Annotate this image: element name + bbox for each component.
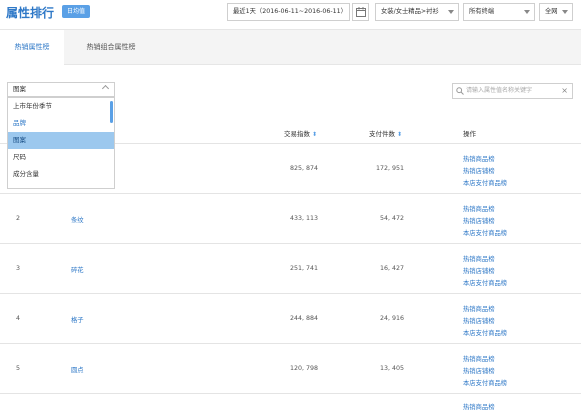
table-row: 3 碎花 251, 741 16, 427 热销商品榜 热销店铺榜 本店支付商品… [0, 244, 581, 294]
row-trade-index: 120, 798 [289, 365, 318, 372]
shop-paid-products-link[interactable]: 本店支付商品榜 [463, 228, 507, 237]
date-range-select[interactable]: 最近1天（2016-06-11~2016-06-11） [227, 3, 350, 21]
scope-select[interactable]: 全网 [539, 3, 573, 21]
calendar-button[interactable] [352, 3, 369, 21]
terminal-select[interactable]: 所有终端 [463, 3, 535, 21]
hot-products-link[interactable]: 热销商品榜 [463, 254, 494, 263]
hot-shops-link[interactable]: 热销店铺榜 [463, 316, 494, 325]
shop-paid-products-link[interactable]: 本店支付商品榜 [463, 378, 507, 387]
daily-average-badge[interactable]: 日均值 [62, 5, 90, 18]
row-trade-index: 251, 741 [289, 265, 318, 272]
calendar-icon [356, 7, 366, 17]
row-attribute-name[interactable]: 条纹 [71, 215, 84, 224]
row-pay-count: 13, 405 [379, 365, 404, 372]
hot-products-link[interactable]: 热销商品榜 [463, 154, 494, 163]
terminal-label: 所有终端 [469, 8, 495, 15]
hot-products-link[interactable]: 热销商品榜 [463, 204, 494, 213]
trade-index-header-label: 交易指数 [284, 130, 310, 138]
row-pay-count: 16, 427 [379, 265, 404, 272]
attribute-dropdown: 上市年份季节 品牌 图案 尺码 成分含量 [7, 97, 115, 189]
dropdown-option-selected[interactable]: 图案 [8, 132, 114, 149]
chevron-up-icon [101, 84, 110, 93]
action-header: 操作 [463, 130, 476, 138]
sort-icon[interactable]: ⬍ [397, 131, 402, 138]
row-rank: 4 [16, 315, 21, 322]
dropdown-option[interactable]: 尺码 [8, 149, 114, 166]
tab-hot-combo-attributes[interactable]: 热销组合属性榜 [64, 30, 158, 65]
shop-paid-products-link[interactable]: 本店支付商品榜 [463, 278, 507, 287]
search-icon [456, 87, 464, 95]
row-trade-index: 244, 884 [289, 315, 318, 322]
table-row-partial: 热销商品榜 [0, 394, 581, 410]
dropdown-option[interactable]: 品牌 [8, 115, 114, 132]
row-attribute-name[interactable]: 圆点 [71, 365, 84, 374]
row-attribute-name[interactable]: 碎花 [71, 265, 84, 274]
clear-icon[interactable]: × [561, 84, 568, 98]
table-row: 2 条纹 433, 113 54, 472 热销商品榜 热销店铺榜 本店支付商品… [0, 194, 581, 244]
sort-icon[interactable]: ⬍ [312, 131, 317, 138]
tab-hot-attributes[interactable]: 热销属性榜 [0, 30, 64, 65]
shop-paid-products-link[interactable]: 本店支付商品榜 [463, 178, 507, 187]
pay-count-header-label: 支付件数 [369, 130, 395, 138]
hot-shops-link[interactable]: 热销店铺榜 [463, 266, 494, 275]
dropdown-scrollbar[interactable] [110, 101, 113, 123]
row-pay-count: 54, 472 [379, 215, 404, 222]
row-pay-count: 172, 951 [375, 165, 404, 172]
shop-paid-products-link[interactable]: 本店支付商品榜 [463, 328, 507, 337]
chevron-down-icon [524, 10, 530, 14]
table-row: 5 圆点 120, 798 13, 405 热销商品榜 热销店铺榜 本店支付商品… [0, 344, 581, 394]
trade-index-header[interactable]: 交易指数 ⬍ [284, 124, 317, 145]
category-label: 女装/女士精品>衬衫 [381, 8, 439, 15]
dropdown-option[interactable]: 成分含量 [8, 166, 114, 183]
hot-shops-link[interactable]: 热销店铺榜 [463, 216, 494, 225]
scope-label: 全网 [545, 8, 558, 15]
table-row: 4 格子 244, 884 24, 916 热销商品榜 热销店铺榜 本店支付商品… [0, 294, 581, 344]
date-range-label: 最近1天（2016-06-11~2016-06-11） [233, 8, 347, 15]
hot-shops-link[interactable]: 热销店铺榜 [463, 366, 494, 375]
hot-products-link[interactable]: 热销商品榜 [463, 402, 494, 410]
attribute-select-value: 图案 [13, 85, 26, 93]
row-trade-index: 433, 113 [289, 215, 318, 222]
row-attribute-name[interactable]: 格子 [71, 315, 84, 324]
page-title: 属性排行 [6, 6, 55, 20]
row-trade-index: 825, 874 [289, 165, 318, 172]
attribute-select[interactable]: 图案 [7, 82, 115, 97]
row-rank: 3 [16, 265, 21, 272]
chevron-down-icon [448, 10, 454, 14]
row-rank: 5 [16, 365, 21, 372]
row-rank: 2 [16, 215, 21, 222]
tab-bar: 热销属性榜 热销组合属性榜 [0, 29, 581, 65]
search-placeholder: 请输入属性值名称关键字 [466, 87, 533, 94]
hot-products-link[interactable]: 热销商品榜 [463, 304, 494, 313]
category-select[interactable]: 女装/女士精品>衬衫 [375, 3, 459, 21]
page-header: 属性排行 日均值 最近1天（2016-06-11~2016-06-11） 女装/… [0, 0, 581, 26]
chevron-down-icon [562, 10, 568, 14]
hot-shops-link[interactable]: 热销店铺榜 [463, 166, 494, 175]
attribute-search-input[interactable]: 请输入属性值名称关键字 × [452, 83, 573, 99]
hot-products-link[interactable]: 热销商品榜 [463, 354, 494, 363]
dropdown-option[interactable]: 上市年份季节 [8, 98, 114, 115]
row-pay-count: 24, 916 [379, 315, 404, 322]
pay-count-header[interactable]: 支付件数 ⬍ [369, 124, 402, 145]
